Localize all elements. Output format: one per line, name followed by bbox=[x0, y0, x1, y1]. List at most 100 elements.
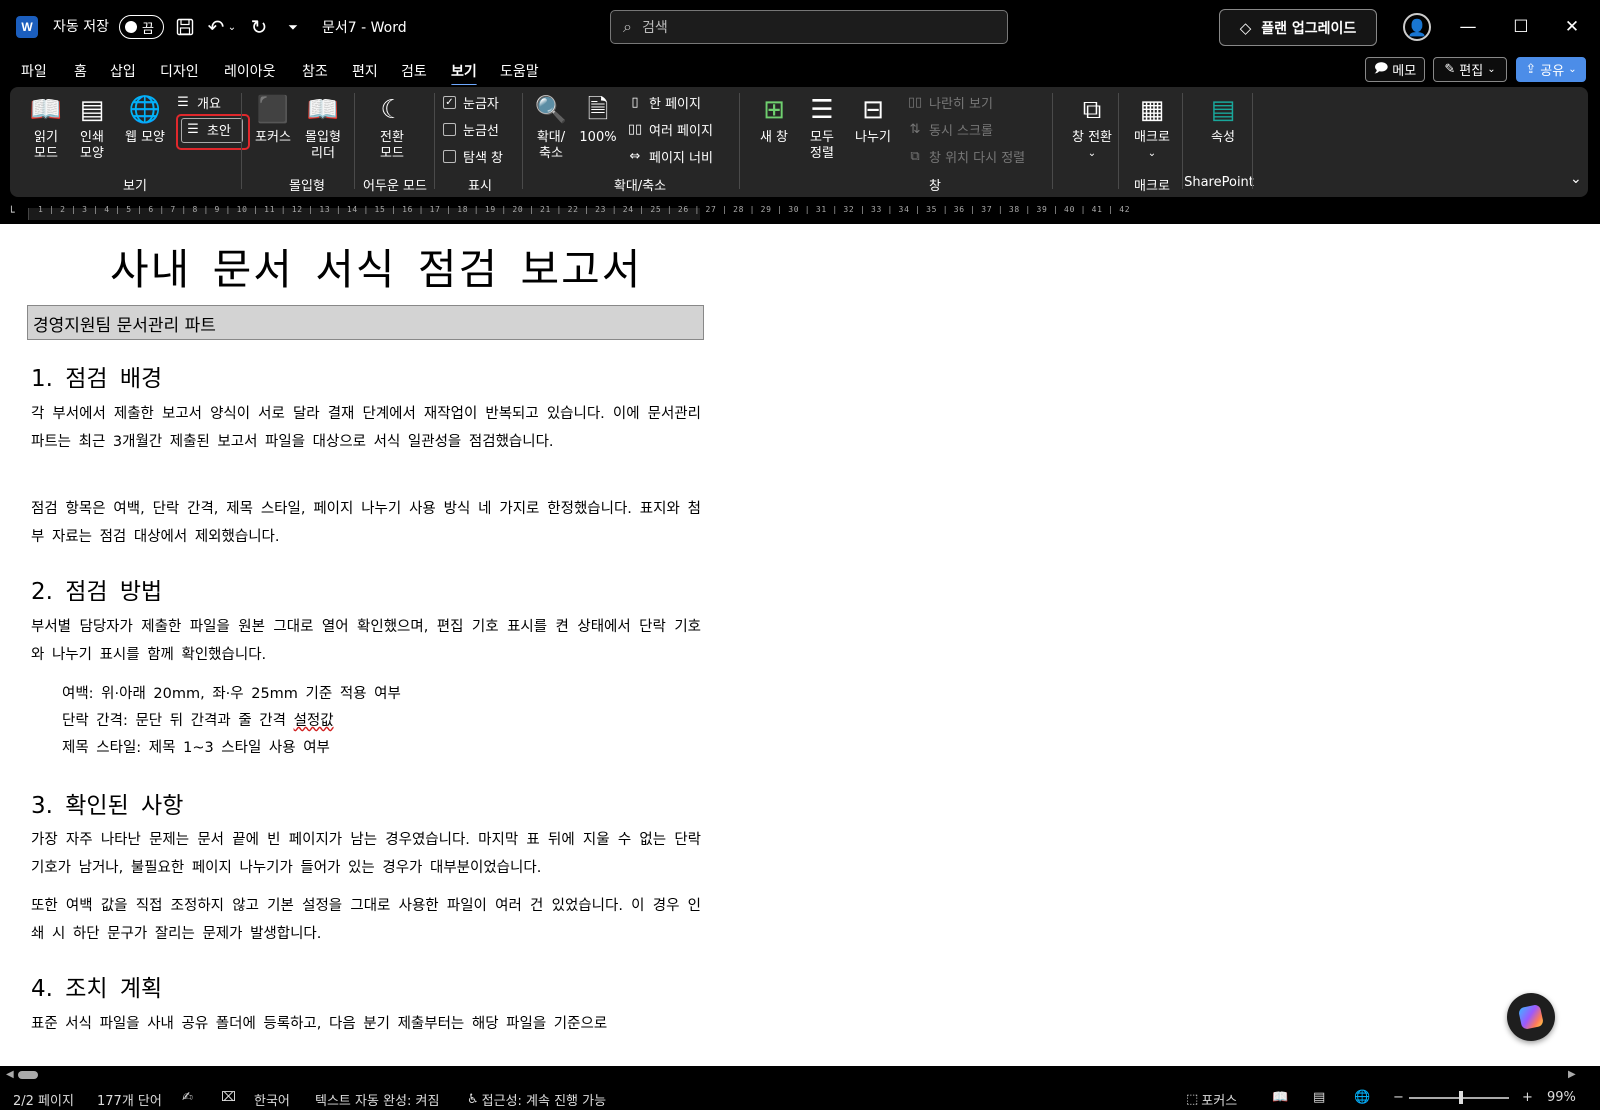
tab-layout[interactable]: 레이아웃 bbox=[224, 61, 276, 81]
magnifier-icon: 🔍 bbox=[534, 95, 568, 125]
memo-button[interactable]: 🗩 메모 bbox=[1365, 57, 1425, 82]
chevron-down-icon: ⌄ bbox=[1087, 148, 1097, 159]
zoom-level[interactable]: 99% bbox=[1547, 1090, 1576, 1105]
print-layout-icon[interactable]: ▤ bbox=[1313, 1090, 1325, 1105]
properties-button[interactable]: ▤ 속성 bbox=[1201, 93, 1245, 146]
language[interactable]: 한국어 bbox=[254, 1090, 290, 1109]
switch-mode-button[interactable]: ☾ 전환 모드 bbox=[372, 93, 412, 162]
reset-window-position-button[interactable]: ⧉ 창 위치 다시 정렬 bbox=[906, 147, 1025, 166]
zoom-out-icon[interactable]: − bbox=[1393, 1090, 1404, 1105]
zoom-button[interactable]: 🔍 확대/ 축소 bbox=[530, 93, 572, 162]
accessibility-status[interactable]: ♿ 접근성: 계속 진행 가능 bbox=[467, 1090, 606, 1109]
arrange-all-icon: ☰ bbox=[810, 95, 834, 125]
spelling-error-word[interactable]: 설정값 bbox=[294, 713, 334, 729]
print-layout-button[interactable]: ▤ 인쇄 모양 bbox=[72, 93, 112, 162]
ruler-checkbox[interactable]: ✓ 눈금자 bbox=[443, 93, 499, 112]
section-heading: 2. 점검 방법 bbox=[31, 579, 163, 605]
zoom-100-label: 100% bbox=[579, 130, 617, 145]
search-box[interactable]: ⌕ 검색 bbox=[610, 10, 1008, 44]
tab-help[interactable]: 도움말 bbox=[500, 61, 539, 81]
tab-home[interactable]: 홈 bbox=[74, 61, 87, 81]
web-layout-button[interactable]: 🌐 웹 모양 bbox=[118, 93, 172, 146]
arrange-all-button[interactable]: ☰ 모두 정렬 bbox=[802, 93, 842, 162]
document-title: 문서7 - Word bbox=[322, 20, 407, 36]
word-count[interactable]: 177개 단어 bbox=[97, 1090, 162, 1109]
copilot-button[interactable] bbox=[1507, 993, 1555, 1041]
page-width-button[interactable]: ⇔ 페이지 너비 bbox=[626, 147, 713, 166]
outline-button[interactable]: ☰ 개요 bbox=[174, 93, 221, 112]
side-by-side-button[interactable]: ▯▯ 나란히 보기 bbox=[906, 93, 993, 112]
gridlines-checkbox[interactable]: 눈금선 bbox=[443, 120, 499, 139]
horizontal-scrollbar[interactable]: ◀ ▶ bbox=[0, 1066, 1600, 1084]
tab-review[interactable]: 검토 bbox=[401, 61, 427, 81]
properties-label: 속성 bbox=[1211, 130, 1235, 145]
multiple-pages-label: 여러 페이지 bbox=[649, 124, 713, 139]
maximize-icon[interactable]: ☐ bbox=[1506, 14, 1536, 40]
tab-file[interactable]: 파일 bbox=[21, 61, 47, 81]
group-separator bbox=[1052, 93, 1053, 189]
tab-references[interactable]: 참조 bbox=[302, 61, 328, 81]
edit-mode-button[interactable]: ✎ 편집 ⌄ bbox=[1433, 57, 1507, 82]
read-mode-icon[interactable]: 📖 bbox=[1272, 1090, 1288, 1105]
ribbon-tabs: 파일 홈 삽입 디자인 레이아웃 참조 편지 검토 보기 도움말 bbox=[0, 56, 1600, 87]
scroll-thumb[interactable] bbox=[18, 1071, 38, 1079]
page-count[interactable]: 2/2 페이지 bbox=[13, 1090, 74, 1109]
document-canvas[interactable]: 사내 문서 서식 점검 보고서 경영지원팀 문서관리 파트 1. 점검 배경 각… bbox=[0, 224, 1600, 1066]
undo-dropdown-icon[interactable]: ⌄ bbox=[226, 14, 238, 40]
focus-icon: ⬚ bbox=[1186, 1092, 1199, 1107]
tab-design[interactable]: 디자인 bbox=[160, 61, 199, 81]
focus-label: 포커스 bbox=[255, 130, 291, 145]
sync-scroll-button[interactable]: ⇅ 동시 스크롤 bbox=[906, 120, 993, 139]
scroll-right-icon[interactable]: ▶ bbox=[1568, 1069, 1576, 1080]
autosave-toggle[interactable]: 끔 bbox=[119, 15, 164, 39]
text-predictions-icon[interactable]: ⌧ bbox=[221, 1090, 236, 1105]
multiple-pages-button[interactable]: ▯▯ 여러 페이지 bbox=[626, 120, 713, 139]
zoom-slider-thumb[interactable] bbox=[1459, 1091, 1463, 1104]
read-mode-button[interactable]: 📖 읽기 모드 bbox=[26, 93, 66, 162]
redo-icon[interactable]: ↻ bbox=[246, 14, 272, 40]
new-window-button[interactable]: ⊞ 새 창 bbox=[752, 93, 796, 146]
customize-qat-icon[interactable]: ⏷ bbox=[280, 14, 306, 40]
focus-button[interactable]: ⬛ 포커스 bbox=[251, 93, 295, 146]
one-page-button[interactable]: ▯ 한 페이지 bbox=[626, 93, 701, 112]
upgrade-plan-button[interactable]: ◇ 플랜 업그레이드 bbox=[1219, 9, 1377, 46]
page-width-label: 페이지 너비 bbox=[649, 151, 713, 166]
share-button[interactable]: ⇪ 공유 ⌄ bbox=[1516, 57, 1586, 82]
sharepoint-properties-icon: ▤ bbox=[1210, 95, 1236, 125]
scroll-left-icon[interactable]: ◀ bbox=[6, 1069, 14, 1080]
tab-insert[interactable]: 삽입 bbox=[110, 61, 136, 81]
department-banner: 경영지원팀 문서관리 파트 bbox=[27, 305, 704, 340]
save-icon[interactable] bbox=[172, 14, 198, 40]
minimize-icon[interactable]: — bbox=[1453, 14, 1483, 40]
autocomplete-status[interactable]: 텍스트 자동 완성: 켜짐 bbox=[315, 1090, 439, 1109]
nav-pane-checkbox[interactable]: 탐색 창 bbox=[443, 147, 503, 166]
zoom-in-icon[interactable]: + bbox=[1522, 1090, 1533, 1105]
zoom-label-2: 축소 bbox=[539, 146, 563, 161]
switch-windows-button[interactable]: ⧉ 창 전환 ⌄ bbox=[1064, 93, 1120, 162]
group-separator bbox=[1118, 93, 1119, 189]
pencil-icon: ✎ bbox=[1444, 62, 1456, 77]
collapse-ribbon-icon[interactable]: ⌄ bbox=[1570, 171, 1582, 187]
split-button[interactable]: ⊟ 나누기 bbox=[848, 93, 898, 146]
group-label-dark-mode: 어두운 모드 bbox=[363, 179, 427, 194]
immersive-reader-button[interactable]: 📖 몰입형 리더 bbox=[298, 93, 348, 162]
memo-label: 메모 bbox=[1392, 64, 1417, 79]
macros-button[interactable]: ▦ 매크로 ⌄ bbox=[1126, 93, 1178, 162]
checkbox-icon bbox=[443, 123, 456, 136]
zoom-100-button[interactable]: 🗎 100% bbox=[576, 93, 620, 146]
proofing-icon[interactable]: ✍ bbox=[182, 1090, 193, 1105]
focus-mode-button[interactable]: ⬚ 포커스 bbox=[1186, 1090, 1237, 1109]
accessibility-icon: ♿ bbox=[467, 1092, 479, 1107]
horizontal-ruler[interactable]: └ 1 | 2 | 3 | 4 | 5 | 6 | 7 | 8 | 9 | 10… bbox=[0, 204, 1600, 224]
account-avatar-icon[interactable]: 👤 bbox=[1403, 13, 1431, 41]
close-icon[interactable]: ✕ bbox=[1557, 14, 1587, 40]
web-layout-icon[interactable]: 🌐 bbox=[1354, 1090, 1370, 1105]
group-label-window: 창 bbox=[929, 179, 941, 194]
gridlines-label: 눈금선 bbox=[463, 124, 499, 139]
title-bar: W 자동 저장 끔 ↶ ⌄ ↻ ⏷ 문서7 - Word ⌕ 검색 ◇ 플랜 업… bbox=[0, 0, 1600, 56]
tab-selector-icon[interactable]: └ bbox=[8, 206, 15, 219]
accessibility-label: 접근성: 계속 진행 가능 bbox=[481, 1094, 607, 1109]
view-ribbon: 📖 읽기 모드 ▤ 인쇄 모양 🌐 웹 모양 ☰ 개요 ☰ 초안 보기 ⬛ 포커… bbox=[10, 87, 1588, 197]
tab-mailings[interactable]: 편지 bbox=[352, 61, 378, 81]
tab-view[interactable]: 보기 bbox=[451, 61, 477, 87]
